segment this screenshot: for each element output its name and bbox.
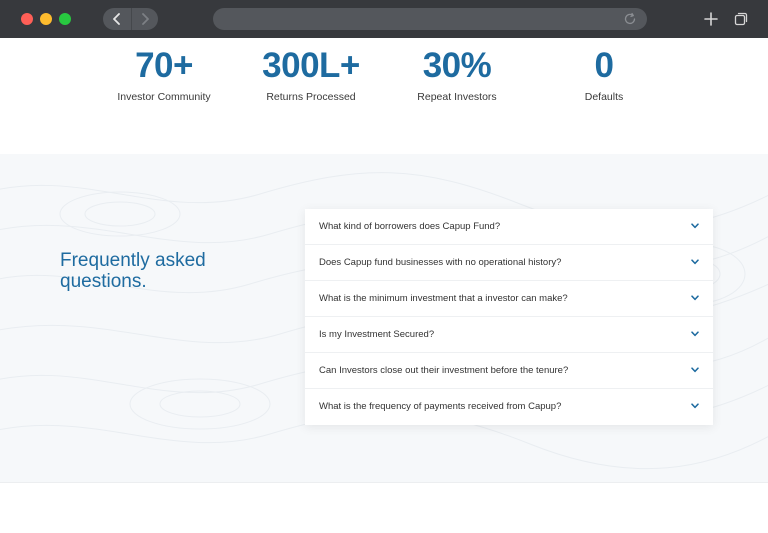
chevron-down-icon <box>691 223 699 229</box>
reload-icon[interactable] <box>623 12 637 26</box>
faq-question: Does Capup fund businesses with no opera… <box>319 257 562 268</box>
faq-question: What is the minimum investment that a in… <box>319 293 568 304</box>
minimize-window-button[interactable] <box>40 13 52 25</box>
chevron-down-icon <box>691 331 699 337</box>
forward-button[interactable] <box>131 8 158 30</box>
faq-question: What is the frequency of payments receiv… <box>319 401 562 412</box>
stat-label: Investor Community <box>117 91 211 103</box>
faq-question: Is my Investment Secured? <box>319 329 435 340</box>
chevron-left-icon <box>112 13 120 25</box>
chevron-down-icon <box>691 367 699 373</box>
browser-toolbar <box>0 0 768 38</box>
faq-accordion: What kind of borrowers does Capup Fund? … <box>305 209 713 425</box>
stat-defaults: 0 Defaults <box>524 46 684 103</box>
faq-question: Can Investors close out their investment… <box>319 365 569 376</box>
stat-label: Repeat Investors <box>417 91 497 103</box>
stat-value: 0 <box>594 46 614 85</box>
stat-returns-processed: 300L+ Returns Processed <box>231 46 391 103</box>
stat-value: 300L+ <box>262 46 360 85</box>
stat-label: Defaults <box>584 91 624 103</box>
stats-section: 70+ Investor Community 300L+ Returns Pro… <box>0 38 768 154</box>
tabs-overview-icon[interactable] <box>734 11 749 26</box>
stat-value: 30% <box>422 46 492 85</box>
chevron-down-icon <box>691 295 699 301</box>
address-bar[interactable] <box>213 8 647 30</box>
chevron-right-icon <box>142 13 149 25</box>
plus-icon[interactable] <box>703 11 719 27</box>
stat-investor-community: 70+ Investor Community <box>84 46 244 103</box>
faq-item[interactable]: What is the frequency of payments receiv… <box>305 389 713 425</box>
faq-item[interactable]: What is the minimum investment that a in… <box>305 281 713 317</box>
faq-section: Frequently asked questions. What kind of… <box>0 154 768 482</box>
close-window-button[interactable] <box>21 13 33 25</box>
faq-item[interactable]: Does Capup fund businesses with no opera… <box>305 245 713 281</box>
faq-item[interactable]: Can Investors close out their investment… <box>305 353 713 389</box>
faq-item[interactable]: Is my Investment Secured? <box>305 317 713 353</box>
faq-question: What kind of borrowers does Capup Fund? <box>319 221 501 232</box>
stat-value: 70+ <box>135 46 193 85</box>
back-button[interactable] <box>103 8 130 30</box>
chevron-down-icon <box>691 259 699 265</box>
navigation-buttons <box>103 8 158 30</box>
stat-repeat-investors: 30% Repeat Investors <box>377 46 537 103</box>
page-footer-area <box>0 482 768 533</box>
stat-label: Returns Processed <box>266 91 356 103</box>
faq-item[interactable]: What kind of borrowers does Capup Fund? <box>305 209 713 245</box>
faq-heading: Frequently asked questions. <box>60 250 206 292</box>
chevron-down-icon <box>691 403 699 409</box>
maximize-window-button[interactable] <box>59 13 71 25</box>
